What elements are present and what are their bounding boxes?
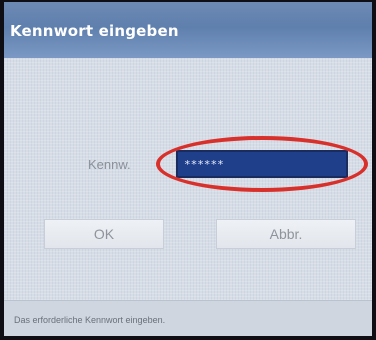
status-message: Das erforderliche Kennwort eingeben. — [14, 315, 166, 325]
dialog-content: Kennw. OK Abbr. — [4, 58, 372, 258]
dialog-title: Kennwort eingeben — [10, 22, 179, 40]
ok-button[interactable]: OK — [44, 219, 164, 249]
status-bar: Das erforderliche Kennwort eingeben. — [4, 300, 372, 336]
password-input[interactable] — [176, 150, 348, 178]
title-bar: Kennwort eingeben — [4, 2, 372, 58]
screen: Kennwort eingeben Kennw. OK Abbr. Das er… — [4, 2, 372, 336]
password-label: Kennw. — [88, 157, 131, 172]
cancel-button[interactable]: Abbr. — [216, 219, 356, 249]
